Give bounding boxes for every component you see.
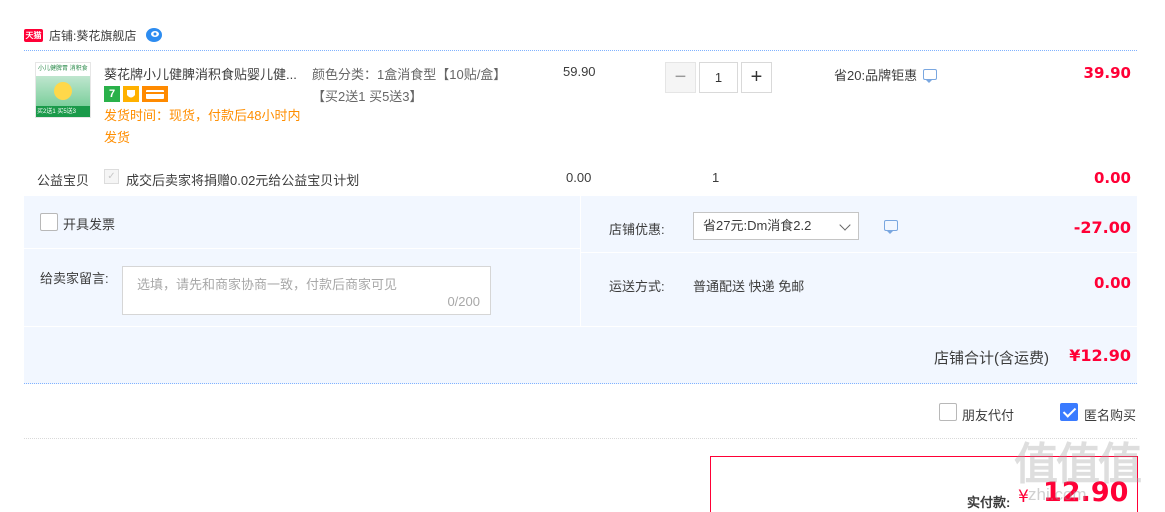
options-divider (24, 438, 1137, 439)
qty-input[interactable]: 1 (699, 62, 738, 93)
item-subtotal: 39.90 (1083, 64, 1131, 82)
panel-divider (581, 252, 1137, 253)
watermark-logo: 值值值 (1014, 440, 1142, 489)
watermark-url: zhi.com (1028, 485, 1087, 504)
item-promo: 省20:品牌钜惠 (834, 65, 938, 84)
charity-checkbox: ✓ (104, 169, 119, 184)
product-thumbnail[interactable]: 小儿健脾胃 消积食 买2送1 买5送3 (35, 62, 91, 118)
pay-label: 实付款: (967, 495, 1011, 510)
store-name-link[interactable]: 葵花旗舰店 (76, 27, 136, 44)
store-total-amount: ¥12.90 (1069, 346, 1131, 365)
store-total-label: 店铺合计(含运费) (934, 350, 1049, 367)
message-char-count: 0/200 (447, 294, 480, 309)
product-title-link[interactable]: 葵花牌小儿健脾消积食贴婴儿健... (104, 64, 309, 83)
friend-pay-label[interactable]: 朋友代付 (962, 405, 1014, 424)
charity-label: 公益宝贝 (37, 173, 90, 188)
promo-message-icon[interactable] (923, 69, 938, 83)
friend-pay-checkbox[interactable] (939, 403, 957, 421)
store-divider (24, 50, 1137, 51)
thumb-top-text: 小儿健脾胃 消积食 (36, 63, 90, 76)
message-placeholder: 选填，请先和商家协商一致，付款后商家可见 (137, 277, 398, 292)
gold-seller-icon[interactable] (123, 86, 139, 102)
thumb-image (36, 76, 90, 106)
tmall-badge-icon: 天猫 (24, 28, 43, 42)
store-discount-label: 店铺优惠: (609, 222, 665, 237)
ship-time-text: 发货时间：现货，付款后48小时内发货 (104, 108, 301, 145)
shipping-label: 运送方式: (609, 279, 665, 294)
charity-text: 成交后卖家将捐赠0.02元给公益宝贝计划 (126, 173, 360, 188)
quantity-stepper: − 1 + (665, 62, 772, 93)
invoice-label[interactable]: 开具发票 (63, 214, 115, 233)
seven-day-return-icon[interactable]: 7 (104, 86, 120, 102)
store-header: 天猫 店铺: 葵花旗舰店 (24, 26, 164, 44)
panel-divider (24, 248, 580, 249)
message-label: 给卖家留言: (40, 271, 109, 286)
store-label: 店铺: (49, 28, 77, 43)
service-badges: 7 (104, 86, 168, 102)
panel-divider (580, 196, 581, 326)
shipping-method: 普通配送 快递 免邮 (693, 279, 805, 294)
charity-qty: 1 (712, 170, 720, 185)
unit-price: 59.90 (563, 64, 596, 79)
anonymous-label[interactable]: 匿名购买 (1084, 405, 1136, 424)
shipping-amount: 0.00 (1093, 274, 1131, 292)
panel-divider (24, 326, 1137, 327)
qty-decrease-button[interactable]: − (665, 62, 696, 93)
store-discount-select[interactable]: 省27元:Dm消食2.2 (693, 212, 859, 240)
discount-amount: -27.00 (1073, 218, 1131, 237)
seller-message-input[interactable]: 选填，请先和商家协商一致，付款后商家可见 0/200 (122, 266, 491, 315)
anonymous-checkbox[interactable] (1060, 403, 1078, 421)
promo-text: 省20:品牌钜惠 (834, 68, 918, 83)
invoice-checkbox[interactable] (40, 213, 58, 231)
thumb-bottom-text: 买2送1 买5送3 (36, 106, 90, 117)
sku-text: 颜色分类：1盒消食型【10贴/盒】【买2送1 买5送3】 (312, 67, 507, 104)
credit-card-icon[interactable] (142, 86, 168, 102)
discount-selected-value: 省27元:Dm消食2.2 (703, 218, 812, 233)
qty-increase-button[interactable]: + (741, 62, 772, 93)
wangwang-chat-icon[interactable] (144, 27, 164, 43)
charity-total: 0.00 (1093, 169, 1131, 187)
charity-price: 0.00 (566, 170, 592, 185)
discount-message-icon[interactable] (884, 220, 898, 234)
chevron-down-icon (839, 219, 851, 231)
